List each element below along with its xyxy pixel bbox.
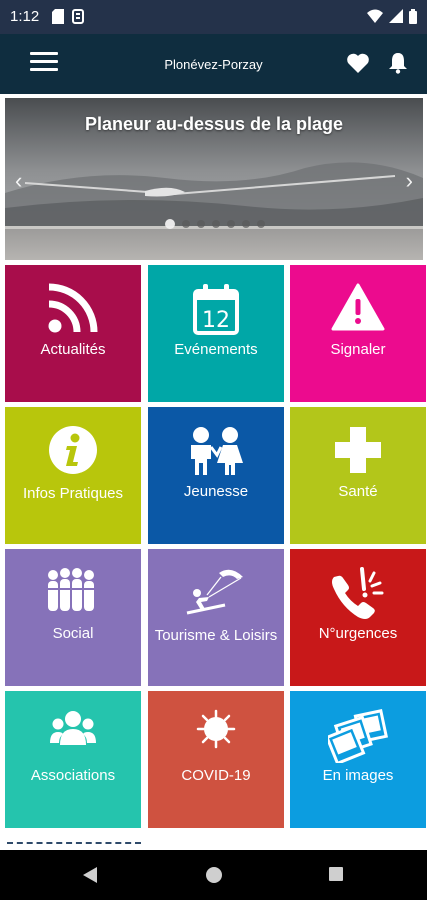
tile-label: Signaler xyxy=(330,341,386,358)
emergency-phone-icon xyxy=(332,567,384,619)
warning-icon xyxy=(331,283,385,331)
tile-label: Tourisme & Loisirs xyxy=(154,627,278,644)
calendar-day: 12 xyxy=(202,308,230,333)
tile-label: Actualités xyxy=(40,341,106,358)
wifi-icon xyxy=(367,9,383,23)
health-cross-icon xyxy=(335,427,381,473)
tile-label: Social xyxy=(52,625,94,642)
scroll-indicator xyxy=(7,842,141,846)
tile-label: Associations xyxy=(30,767,116,784)
photos-icon xyxy=(328,709,388,763)
carousel-pagination xyxy=(165,219,265,229)
sd-card-icon xyxy=(52,9,64,24)
status-bar: 1:12 xyxy=(0,0,427,34)
back-triangle-icon[interactable] xyxy=(82,866,98,884)
tile-tourisme-loisirs[interactable]: Tourisme & Loisirs xyxy=(148,549,284,686)
tile-en-images[interactable]: En images xyxy=(290,691,426,828)
tile-label: Santé xyxy=(338,483,378,500)
kitesurf-icon xyxy=(186,569,243,615)
tile-sante[interactable]: Santé xyxy=(290,407,426,544)
tile-infos-pratiques[interactable]: Infos Pratiques xyxy=(5,407,141,544)
tile-urgences[interactable]: N°urgences xyxy=(290,549,426,686)
recents-square-icon[interactable] xyxy=(328,866,344,882)
heart-icon[interactable] xyxy=(346,52,370,74)
rss-icon xyxy=(48,283,98,333)
carousel-dot[interactable] xyxy=(197,220,205,228)
tile-label: COVID-19 xyxy=(181,767,251,784)
tile-label: Jeunesse xyxy=(183,483,249,500)
carousel-next-arrow-icon[interactable]: › xyxy=(406,168,413,194)
virus-icon xyxy=(196,709,236,749)
tile-label: En images xyxy=(322,767,394,784)
tile-label: N°urgences xyxy=(318,625,398,642)
carousel-dot[interactable] xyxy=(212,220,220,228)
bell-icon[interactable] xyxy=(388,52,408,74)
storage-icon xyxy=(72,9,84,24)
battery-icon xyxy=(409,9,417,24)
tile-signaler[interactable]: Signaler xyxy=(290,265,426,402)
status-time: 1:12 xyxy=(10,8,40,25)
tile-label: Infos Pratiques xyxy=(22,485,124,502)
associations-icon xyxy=(50,711,96,745)
app-bar: Plonévez-Porzay xyxy=(0,34,427,94)
carousel-dot[interactable] xyxy=(257,220,265,228)
info-icon xyxy=(49,426,97,474)
children-icon xyxy=(191,427,243,475)
tile-actualites[interactable]: Actualités xyxy=(5,265,141,402)
carousel-dot[interactable] xyxy=(165,219,175,229)
tile-evenements[interactable]: 12 Evénements xyxy=(148,265,284,402)
tile-covid-19[interactable]: COVID-19 xyxy=(148,691,284,828)
tile-social[interactable]: Social xyxy=(5,549,141,686)
calendar-icon: 12 xyxy=(193,284,239,335)
tile-associations[interactable]: Associations xyxy=(5,691,141,828)
tile-jeunesse[interactable]: Jeunesse xyxy=(148,407,284,544)
carousel-title: Planeur au-dessus de la plage xyxy=(84,114,344,134)
tile-label: Evénements xyxy=(174,341,258,358)
system-nav-bar xyxy=(0,850,427,900)
carousel-prev-arrow-icon[interactable]: ‹ xyxy=(15,168,22,194)
carousel-dot[interactable] xyxy=(182,220,190,228)
signal-icon xyxy=(389,9,403,23)
home-circle-icon[interactable] xyxy=(205,866,223,884)
carousel-dot[interactable] xyxy=(242,220,250,228)
carousel-dot[interactable] xyxy=(227,220,235,228)
image-carousel[interactable]: Planeur au-dessus de la plage ‹ › xyxy=(5,98,423,260)
people-group-icon xyxy=(46,568,100,611)
